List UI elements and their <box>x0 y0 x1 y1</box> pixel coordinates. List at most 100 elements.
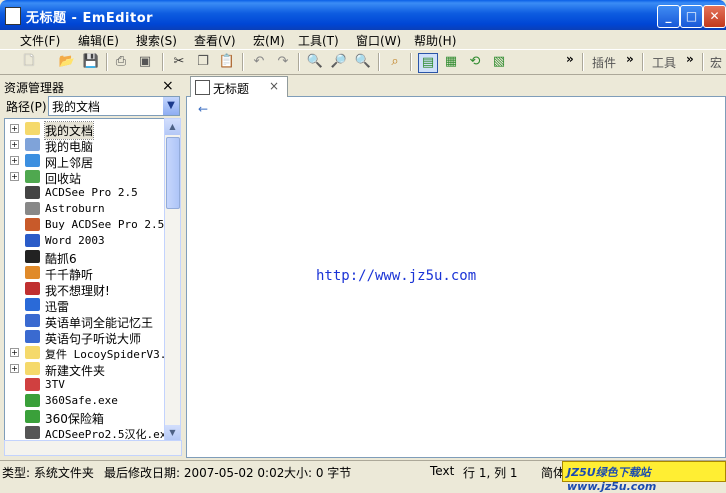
tree-item-label: 我的文档 <box>43 121 95 140</box>
maximize-button[interactable]: □ <box>680 5 703 28</box>
toolbar-separator <box>298 53 300 71</box>
tree-item-label: Astroburn <box>45 202 105 215</box>
file-icon <box>25 234 40 247</box>
file-icon <box>25 138 40 151</box>
cut-icon[interactable]: ✂ <box>170 53 188 71</box>
status-modified: 最后修改日期: 2007-05-02 0:02 <box>104 466 285 480</box>
new-file-icon[interactable]: 🗋 <box>20 53 38 71</box>
status-position: 行 1, 列 1 <box>463 466 518 480</box>
toolbar-overflow-icon[interactable]: » <box>626 52 634 66</box>
document-icon <box>195 80 210 95</box>
scroll-down-icon[interactable]: ▼ <box>165 425 180 441</box>
copy-icon[interactable]: ❐ <box>194 53 212 71</box>
tree-item-label: 千千静听 <box>45 268 94 282</box>
tree-item-label: 新建文件夹 <box>45 364 106 378</box>
expand-icon[interactable]: + <box>10 172 19 181</box>
expand-icon[interactable]: + <box>10 364 19 373</box>
print-preview-icon[interactable]: ▣ <box>136 53 154 71</box>
tree-item-label: 回收站 <box>45 172 82 186</box>
file-icon <box>25 186 40 199</box>
expand-icon[interactable]: + <box>10 140 19 149</box>
menu-macro[interactable]: 宏(M) <box>253 32 285 49</box>
file-icon <box>25 410 40 423</box>
tab-untitled[interactable]: 无标题 × <box>190 76 288 97</box>
menu-search[interactable]: 搜索(S) <box>136 32 177 49</box>
explorer-title: 资源管理器 <box>4 81 65 95</box>
path-dropdown[interactable]: 我的文档 ▼ <box>48 96 180 116</box>
toolbar-separator <box>106 53 108 71</box>
window-title: 无标题 - EmEditor <box>26 11 154 26</box>
menu-view[interactable]: 查看(V) <box>194 32 236 49</box>
file-icon <box>25 154 40 167</box>
toolbar-overflow-icon[interactable]: » <box>566 52 574 66</box>
window-export-icon[interactable]: ▧ <box>490 53 508 71</box>
tree-item-label: 360保险箱 <box>45 412 104 426</box>
file-icon <box>25 378 40 391</box>
undo-icon[interactable]: ↶ <box>250 53 268 71</box>
tree-item-label: Buy ACDSee Pro 2.5 ( <box>45 218 166 231</box>
tree-horizontal-scrollbar[interactable] <box>4 440 182 456</box>
status-mode: Text <box>430 464 455 478</box>
print-icon[interactable]: ⎙ <box>112 53 130 71</box>
file-icon <box>25 282 40 295</box>
menu-help[interactable]: 帮助(H) <box>414 32 456 49</box>
tree-item-label: ACDSee Pro 2.5 <box>45 186 138 199</box>
file-icon <box>25 314 40 327</box>
tree-item-label: 网上邻居 <box>45 156 94 170</box>
minimize-button[interactable]: _ <box>657 5 680 28</box>
file-icon <box>25 362 40 375</box>
explorer-close-icon[interactable]: × <box>162 78 174 94</box>
chevron-down-icon[interactable]: ▼ <box>163 97 179 115</box>
caret-marker: ← <box>198 102 209 116</box>
site-badge-text: JZ5U绿色下载站www.jz5u.com <box>567 466 657 493</box>
toolbar-separator <box>582 53 584 71</box>
plugins-toolbar-label[interactable]: 插件 <box>592 54 616 71</box>
menu-edit[interactable]: 编辑(E) <box>78 32 119 49</box>
menu-tools[interactable]: 工具(T) <box>298 32 339 49</box>
split-window-icon[interactable]: ▤ <box>418 53 438 73</box>
redo-icon[interactable]: ↷ <box>274 53 292 71</box>
menu-window[interactable]: 窗口(W) <box>356 32 401 49</box>
tab-label: 无标题 <box>213 82 250 96</box>
expand-icon[interactable]: + <box>10 156 19 165</box>
find-next-icon[interactable]: 🔎 <box>330 53 348 71</box>
file-icon <box>25 266 40 279</box>
watermark-text: http://www.jz5u.com <box>316 268 477 284</box>
tree-item-label: 英语句子听说大师 <box>45 332 142 346</box>
tree-item-label: 3TV <box>45 378 65 391</box>
scroll-up-icon[interactable]: ▲ <box>165 119 180 135</box>
save-icon[interactable]: 💾 <box>82 53 100 71</box>
open-folder-icon[interactable]: 📂 <box>58 53 76 71</box>
tree-vertical-scrollbar[interactable]: ▲ ▼ <box>164 118 181 442</box>
file-icon <box>25 394 40 407</box>
refresh-window-icon[interactable]: ⟲ <box>466 53 484 71</box>
paste-icon[interactable]: 📋 <box>218 53 236 71</box>
scrollbar-thumb[interactable] <box>166 137 180 209</box>
replace-icon[interactable]: ⌕ <box>386 53 404 71</box>
toolbar-separator <box>378 53 380 71</box>
close-button[interactable]: ✕ <box>703 5 726 28</box>
macro-toolbar-label[interactable]: 宏 <box>710 54 722 71</box>
menu-file[interactable]: 文件(F) <box>20 32 60 49</box>
tree-item-label: 我不想理财! <box>45 284 110 298</box>
file-tree[interactable]: + 我的文档 + 我的电脑 + 网上邻居 + 回收站 ACDSee Pro 2.5 Astrobu… <box>4 118 166 442</box>
status-type: 类型: 系统文件夹 <box>2 466 94 480</box>
file-icon <box>25 218 40 231</box>
file-icon <box>25 298 40 311</box>
toolbar-separator <box>702 53 704 71</box>
file-icon <box>25 170 40 183</box>
tab-close-icon[interactable]: × <box>269 79 279 93</box>
status-size: 大小: 0 字节 <box>284 466 352 480</box>
window-image-icon[interactable]: ▦ <box>442 53 460 71</box>
file-icon <box>25 250 40 263</box>
expand-icon[interactable]: + <box>10 348 19 357</box>
file-icon <box>25 330 40 343</box>
tree-item-label: 我的电脑 <box>45 140 94 154</box>
expand-icon[interactable]: + <box>10 124 19 133</box>
tree-item-label: 360Safe.exe <box>45 394 118 407</box>
tools-toolbar-label[interactable]: 工具 <box>652 54 676 71</box>
find-prev-icon[interactable]: 🔍 <box>354 53 372 71</box>
file-icon <box>25 122 40 135</box>
toolbar-overflow-icon[interactable]: » <box>686 52 694 66</box>
find-icon[interactable]: 🔍 <box>306 53 324 71</box>
